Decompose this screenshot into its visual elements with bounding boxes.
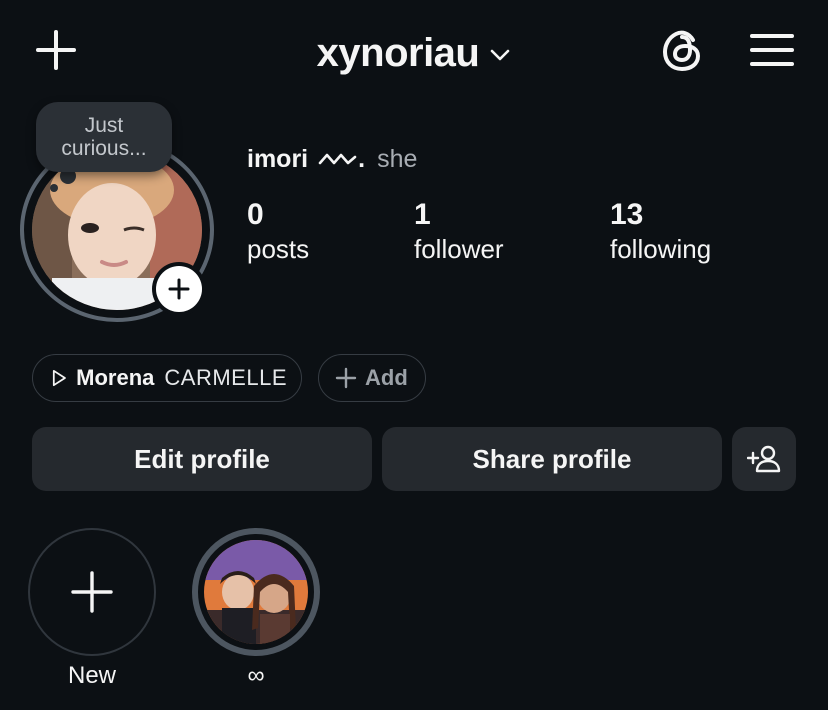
note-text-line2: curious... — [61, 137, 147, 160]
note-text-line1: Just — [84, 114, 124, 137]
share-profile-button[interactable]: Share profile — [382, 427, 722, 491]
add-story-button[interactable] — [152, 262, 206, 316]
stat-posts-value: 0 — [247, 198, 264, 231]
discover-people-button[interactable] — [732, 427, 796, 491]
username-title: xynoriau — [316, 30, 480, 75]
display-name: imori — [247, 144, 309, 173]
stat-followers[interactable]: 1 follower — [414, 196, 504, 264]
threads-icon — [663, 30, 700, 71]
new-highlight-label: New — [67, 662, 116, 689]
add-link-chip[interactable]: Add — [318, 354, 426, 402]
account-switcher[interactable]: xynoriau — [280, 26, 548, 80]
pronouns: she — [377, 144, 418, 173]
note-bubble-tail-small — [50, 184, 58, 192]
stat-following[interactable]: 13 following — [610, 196, 711, 264]
music-artist: Morena — [76, 365, 155, 390]
chevron-down-icon — [491, 49, 510, 61]
stat-posts-label: posts — [247, 234, 310, 264]
plus-icon — [36, 30, 76, 70]
stat-following-label: following — [610, 234, 712, 264]
menu-button[interactable] — [748, 28, 796, 72]
highlight-cover[interactable] — [204, 540, 308, 644]
threads-button[interactable] — [660, 26, 706, 74]
music-title: CARMELLE — [164, 365, 287, 390]
highlight-label: ∞ — [247, 662, 265, 689]
stat-followers-value: 1 — [414, 198, 431, 231]
hamburger-menu-icon — [750, 34, 794, 66]
name-row: imori . she — [247, 142, 417, 176]
stat-followers-label: follower — [414, 234, 504, 264]
add-person-icon — [747, 445, 781, 473]
play-icon — [52, 369, 66, 387]
name-suffix: . — [358, 144, 366, 173]
plus-icon — [335, 367, 357, 389]
profile-music-chip[interactable]: Morena CARMELLE — [32, 354, 302, 402]
share-profile-label: Share profile — [472, 443, 632, 474]
plus-icon — [71, 571, 113, 613]
squiggle-icon — [318, 153, 357, 165]
plus-icon — [168, 278, 190, 300]
stat-posts[interactable]: 0 posts — [247, 196, 309, 264]
create-button[interactable] — [32, 26, 80, 74]
stat-following-value: 13 — [610, 198, 644, 231]
edit-profile-button[interactable]: Edit profile — [32, 427, 372, 491]
note-bubble[interactable]: Just curious... — [36, 102, 172, 172]
edit-profile-label: Edit profile — [134, 443, 270, 474]
add-chip-label: Add — [365, 365, 408, 390]
new-highlight-button[interactable] — [28, 528, 156, 656]
